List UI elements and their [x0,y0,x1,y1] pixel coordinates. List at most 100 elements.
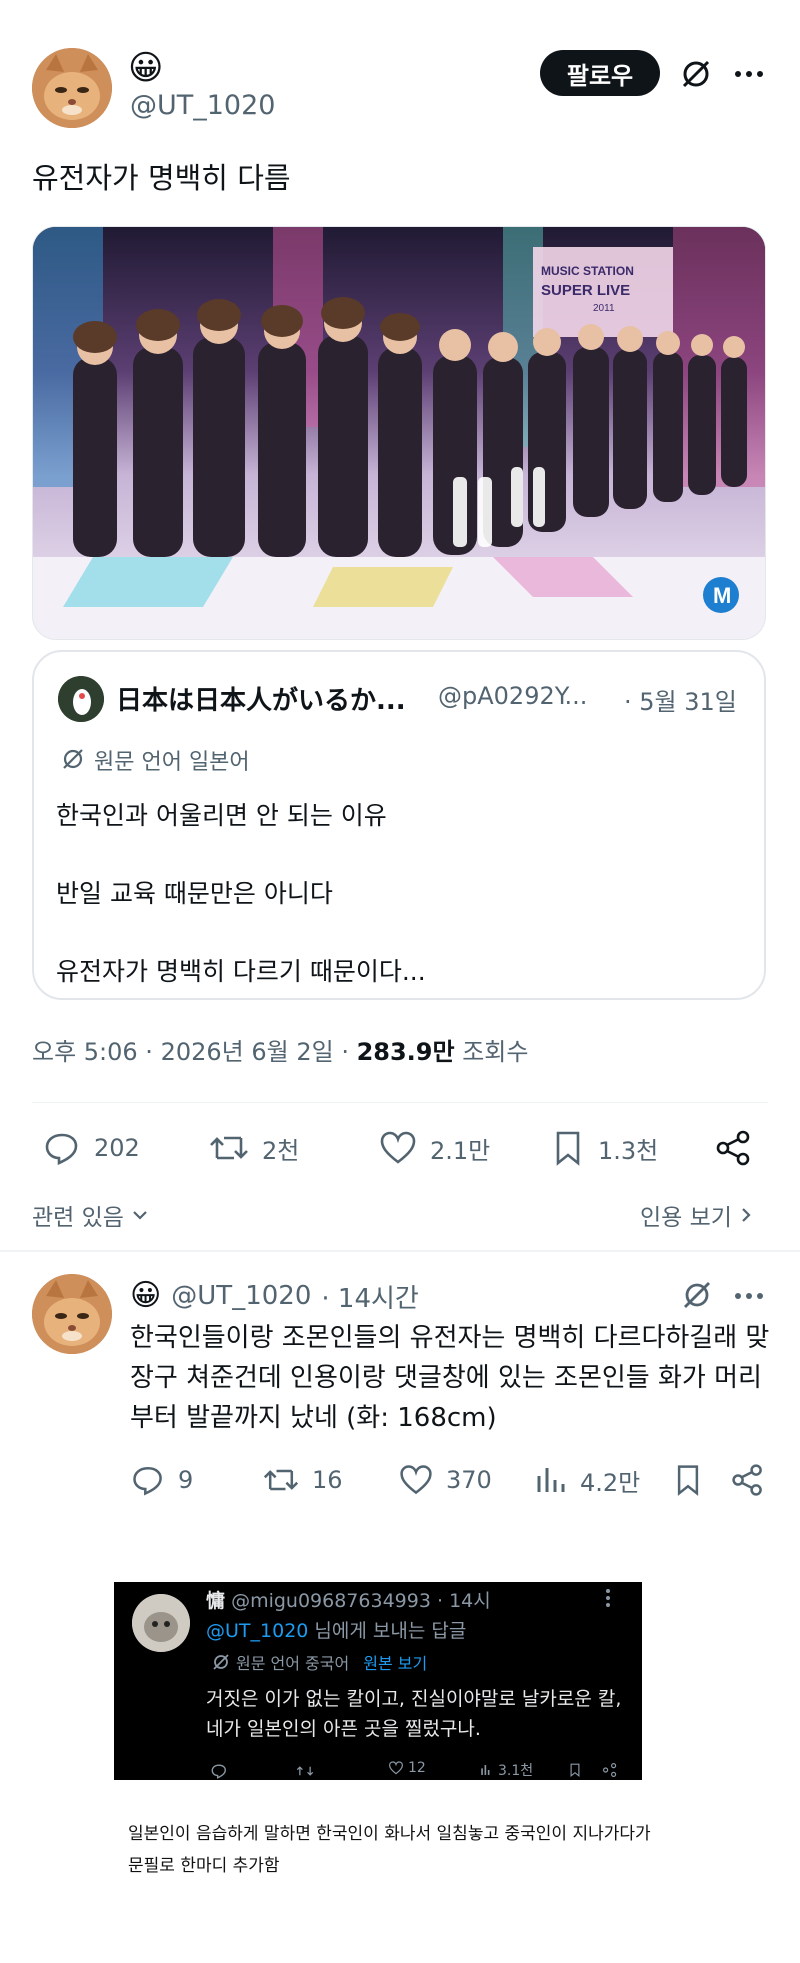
embedded-reply-screenshot: 慵 @migu09687634993 · 14시 @UT_1020 님에게 보내… [114,1582,642,1780]
share-icon [732,1464,762,1496]
quoted-translate-note: 원문 언어 일본어 [94,750,250,775]
reply-retweet-button[interactable]: 16 [262,1462,343,1498]
embedded-share-icon [602,1762,618,1780]
embedded-reply-text: 거짓은 이가 없는 칼이고, 진실이야말로 날카로운 칼, 네가 일본인의 아픈… [206,1688,622,1740]
grok-icon[interactable] [678,56,714,92]
reply-handle[interactable]: @UT_1020 [171,1281,311,1311]
retweet-icon [210,1136,248,1160]
share-icon [716,1130,750,1166]
view-quotes-label: 인용 보기 [640,1205,732,1231]
media-m-logo: M [713,583,731,608]
embedded-reply-to-suffix: 님에게 보내는 답글 [308,1620,467,1642]
embedded-original-link: 원본 보기 [363,1654,428,1673]
chevron-right-icon [742,1208,751,1222]
quoted-line-3: 유전자가 명백히 다르기 때문이다... [56,957,426,986]
analytics-icon [481,1765,490,1775]
meta-divider [32,1102,768,1103]
embedded-retweet-icon [296,1762,314,1780]
related-sort-button[interactable]: 관련 있음 [32,1198,150,1232]
author-handle[interactable]: @UT_1020 [130,90,275,121]
chevron-down-icon [133,1211,147,1220]
related-sort-label: 관련 있음 [32,1205,124,1231]
heart-icon [388,1761,404,1775]
more-options-icon[interactable] [732,60,766,88]
bookmark-icon [556,1131,580,1166]
reply-reply-button[interactable]: 9 [130,1462,193,1498]
embedded-time: · 14시 [436,1590,491,1612]
post-media-image[interactable]: MUSIC STATION SUPER LIVE 2011 M [32,226,766,640]
embedded-reply-to-handle: @UT_1020 [206,1620,309,1642]
view-count-label: 조회수 [454,1038,529,1066]
embedded-actions: 12 3.1천 [210,1760,630,1780]
bookmark-count: 1.3천 [598,1136,659,1165]
reply-emoji: 😀 [130,1278,162,1313]
quoted-translate-icon [60,746,86,772]
post-text: 유전자가 명백히 다름 [32,161,291,195]
reply-retweet-count: 16 [312,1466,343,1494]
embedded-name: 慵 [206,1590,226,1612]
quoted-avatar-icon [58,676,104,722]
embedded-avatar-icon [132,1594,190,1652]
stage-photo: MUSIC STATION SUPER LIVE 2011 M [33,227,765,639]
reply-bookmark-button[interactable] [672,1462,704,1498]
post-timestamp: 오후 5:06 · 2026년 6월 2일 · [32,1038,357,1066]
embedded-more-icon [604,1588,612,1608]
bookmark-icon [677,1465,699,1496]
author-avatar[interactable] [32,48,112,128]
quoted-author-name: 日本は日本人がいるか... [116,686,406,716]
quoted-author-handle: @pA0292Y... [438,682,588,710]
embedded-reply-icon [210,1762,228,1780]
reply-author-avatar[interactable] [32,1274,112,1354]
view-quotes-link[interactable]: 인용 보기 [640,1198,754,1232]
reply-share-button[interactable] [730,1462,766,1498]
embedded-reply-to: @UT_1020 님에게 보내는 답글 [206,1616,466,1643]
translate-icon [213,1654,229,1670]
reply-count: 202 [94,1134,140,1162]
reply-icon [45,1133,78,1166]
bookmark-button[interactable]: 1.3천 [550,1128,658,1168]
reply-button[interactable]: 202 [42,1128,140,1168]
embedded-views: 3.1천 [480,1760,533,1780]
quoted-line-2: 반일 교육 때문만은 아니다 [56,879,333,908]
embedded-translate-note: 원문 언어 중국어 [236,1654,350,1673]
follow-button[interactable]: 팔로우 [540,50,660,96]
reply-reply-count: 9 [178,1466,194,1494]
media-logo-super-live: SUPER LIVE [541,282,630,299]
reply-views-button[interactable]: 4.2만 [534,1462,640,1498]
profile-emoji: 😀 [128,48,164,88]
retweet-icon [263,1469,299,1491]
embedded-handle: @migu09687634993 [231,1590,431,1612]
section-divider [0,1250,800,1252]
quoted-author-avatar [58,676,104,722]
reply-time: · 14시간 [321,1283,419,1314]
retweet-button[interactable]: 2천 [208,1128,299,1168]
quoted-date: · 5월 31일 [624,688,737,716]
share-button[interactable] [714,1128,754,1168]
cat-avatar-icon [32,1274,112,1354]
analytics-icon [537,1468,565,1492]
reply-like-button[interactable]: 370 [398,1462,492,1498]
reply-like-count: 370 [446,1466,492,1494]
view-count: 283.9만 [356,1038,455,1066]
embedded-translate-row: 원문 언어 중국어 원본 보기 [212,1650,427,1674]
embedded-view-count: 3.1천 [498,1763,534,1779]
reply-view-count: 4.2만 [580,1468,641,1497]
reply-more-icon[interactable] [732,1282,766,1310]
reply-header: 😀 @UT_1020 · 14시간 [130,1276,419,1316]
like-button[interactable]: 2.1만 [378,1128,490,1168]
embedded-like: 12 [388,1760,426,1776]
heart-icon [400,1465,432,1495]
embedded-header: 慵 @migu09687634993 · 14시 [206,1586,491,1613]
post-meta: 오후 5:06 · 2026년 6월 2일 · 283.9만 조회수 [32,1032,528,1067]
embedded-avatar [132,1594,190,1652]
reply-text: 한국인들이랑 조몬인들의 유전자는 명백히 다르다하길래 맞장구 쳐준건데 인용… [130,1323,770,1433]
reply-grok-icon[interactable] [680,1278,714,1312]
heart-icon [380,1131,416,1164]
media-logo-music-station: MUSIC STATION [541,264,634,278]
caption-line-2: 문필로 한마디 추가함 [128,1856,280,1876]
cat-avatar-icon [32,48,112,128]
media-logo-year: 2011 [593,303,615,314]
caption-line-1: 일본인이 음습하게 말하면 한국인이 화나서 일침놓고 중국인이 지나가다가 [128,1824,651,1844]
quoted-line-1: 한국인과 어울리면 안 되는 이유 [56,801,387,830]
quoted-tweet-card[interactable]: 日本は日本人がいるか... @pA0292Y... · 5월 31일 원문 언어… [32,650,766,1000]
